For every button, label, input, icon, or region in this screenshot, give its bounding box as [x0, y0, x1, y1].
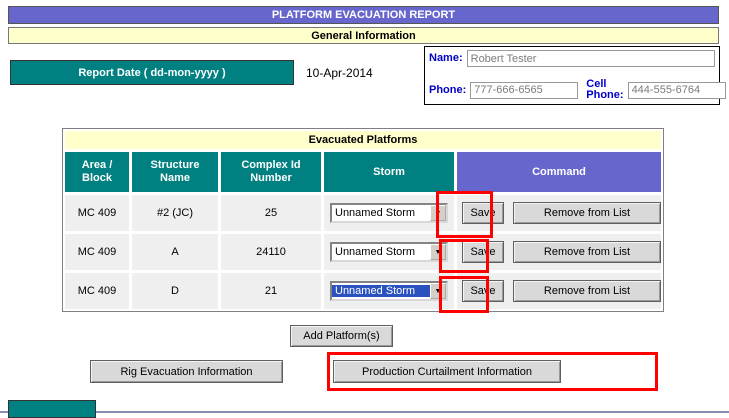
command-cell: Save Remove from List: [457, 273, 661, 309]
remove-from-list-button[interactable]: Remove from List: [513, 202, 661, 224]
storm-cell: Unnamed Storm ▼: [324, 273, 454, 309]
area-block-cell: MC 409: [65, 234, 129, 270]
add-platforms-button[interactable]: Add Platform(s): [290, 325, 393, 347]
name-label: Name:: [429, 53, 463, 64]
cell-phone-label: Cell Phone:: [586, 79, 623, 101]
save-button[interactable]: Save: [462, 202, 504, 224]
contact-info-box: Name: Phone: Cell Phone:: [424, 46, 720, 105]
column-header-command: Command: [457, 152, 661, 192]
column-header-complex-id: Complex Id Number: [221, 152, 321, 192]
cell-phone-input[interactable]: [628, 82, 726, 99]
remove-from-list-button[interactable]: Remove from List: [513, 241, 661, 263]
bottom-divider-line: [0, 411, 729, 413]
page-title: PLATFORM EVACUATION REPORT: [8, 6, 719, 24]
platform-evacuation-report-page: PLATFORM EVACUATION REPORT General Infor…: [0, 0, 729, 418]
name-row: Name:: [429, 50, 715, 67]
phone-input[interactable]: [470, 82, 578, 99]
general-information-header: General Information: [8, 27, 719, 44]
structure-name-cell: #2 (JC): [132, 195, 218, 231]
complex-id-cell: 21: [221, 273, 321, 309]
column-header-structure-name: Structure Name: [132, 152, 218, 192]
report-date-label: Report Date ( dd-mon-yyyy ): [10, 60, 294, 85]
phone-label: Phone:: [429, 85, 466, 96]
command-cell: Save Remove from List: [457, 195, 661, 231]
remove-from-list-button[interactable]: Remove from List: [513, 280, 661, 302]
evacuated-platforms-table: Evacuated Platforms Area / Block Structu…: [62, 128, 664, 312]
phone-row: Phone: Cell Phone:: [429, 79, 715, 101]
rig-evacuation-information-button[interactable]: Rig Evacuation Information: [90, 360, 283, 383]
dropdown-arrow-icon: ▼: [430, 244, 446, 260]
command-cell: Save Remove from List: [457, 234, 661, 270]
production-curtailment-information-button[interactable]: Production Curtailment Information: [333, 360, 561, 383]
storm-cell: Unnamed Storm ▼: [324, 234, 454, 270]
storm-select[interactable]: Unnamed Storm ▼: [330, 242, 448, 262]
complex-id-cell: 24110: [221, 234, 321, 270]
complex-id-cell: 25: [221, 195, 321, 231]
save-button[interactable]: Save: [462, 280, 504, 302]
area-block-cell: MC 409: [65, 195, 129, 231]
storm-cell: Unnamed Storm ▼: [324, 195, 454, 231]
save-button[interactable]: Save: [462, 241, 504, 263]
structure-name-cell: A: [132, 234, 218, 270]
next-section-header-partial: [8, 400, 96, 418]
column-header-area-block: Area / Block: [65, 152, 129, 192]
structure-name-cell: D: [132, 273, 218, 309]
dropdown-arrow-icon: ▼: [430, 205, 446, 221]
storm-select[interactable]: Unnamed Storm ▼: [330, 281, 448, 301]
evacuated-platforms-header: Evacuated Platforms: [65, 131, 661, 149]
storm-select[interactable]: Unnamed Storm ▼: [330, 203, 448, 223]
report-date-value: 10-Apr-2014: [306, 60, 416, 85]
storm-select-value: Unnamed Storm: [332, 246, 430, 258]
name-input[interactable]: [467, 50, 715, 67]
column-header-storm: Storm: [324, 152, 454, 192]
dropdown-arrow-icon: ▼: [430, 283, 446, 299]
storm-select-value: Unnamed Storm: [332, 285, 430, 297]
area-block-cell: MC 409: [65, 273, 129, 309]
storm-select-value: Unnamed Storm: [332, 207, 430, 219]
